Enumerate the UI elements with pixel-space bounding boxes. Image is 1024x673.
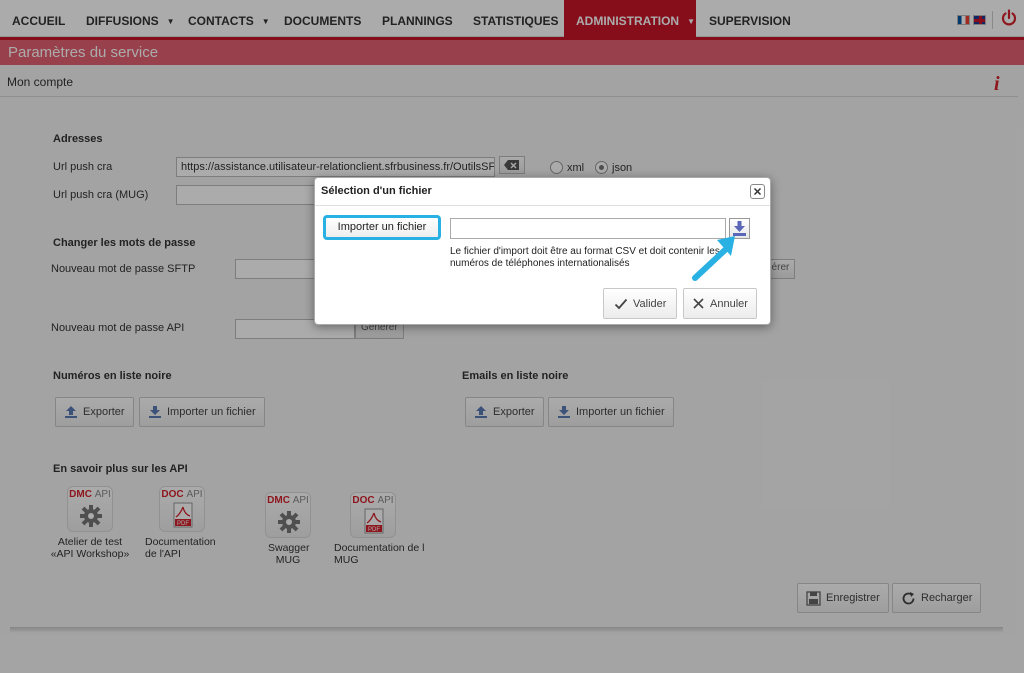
- close-icon: [753, 187, 762, 196]
- modal-backdrop[interactable]: [0, 0, 1024, 673]
- file-path-input[interactable]: [450, 218, 726, 239]
- pointer-arrow-icon: [692, 236, 735, 281]
- file-selection-dialog: Sélection d'un fichier Importer un fichi…: [314, 177, 771, 325]
- checkmark-icon: [614, 298, 628, 309]
- cancel-button[interactable]: Annuler: [683, 288, 757, 319]
- close-button[interactable]: [750, 184, 765, 199]
- close-icon: [693, 298, 704, 309]
- import-file-label: Importer un fichier: [323, 215, 441, 240]
- dialog-title: Sélection d'un fichier: [321, 185, 432, 197]
- divider: [315, 205, 770, 206]
- validate-button[interactable]: Valider: [603, 288, 678, 319]
